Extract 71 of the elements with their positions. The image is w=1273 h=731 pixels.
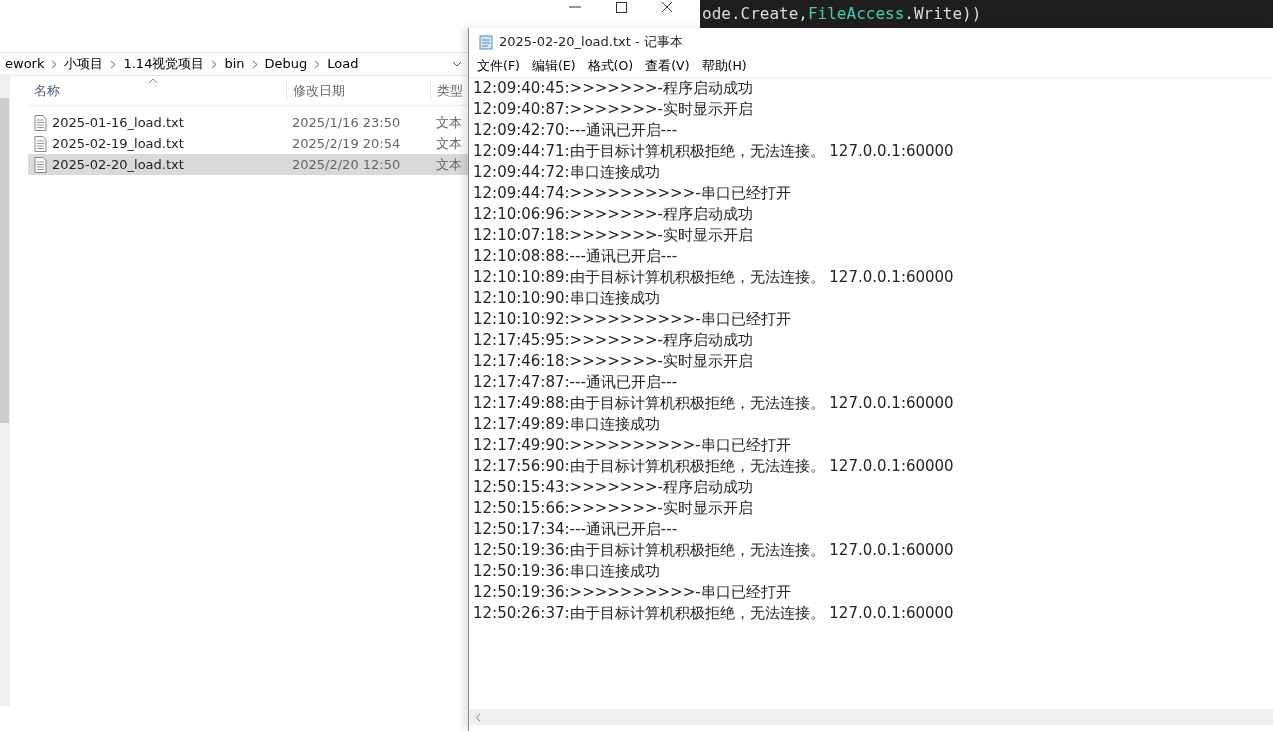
minimize-icon xyxy=(569,6,581,8)
modified-date: 2025/1/16 23:50 xyxy=(291,113,402,132)
file-row[interactable]: 2025-02-20_load.txt 2025/2/20 12:50 文本 xyxy=(28,154,468,175)
file-type: 文本 xyxy=(435,113,462,132)
text-line: 12:50:15:66:>>>>>>>-实时显示开启 xyxy=(473,498,753,519)
column-header[interactable]: 名称 xyxy=(28,80,286,101)
text-line: 12:17:49:88:由于目标计算机积极拒绝，无法连接。 127.0.0.1:60000 xyxy=(473,393,954,414)
document-icon xyxy=(34,135,47,152)
dropdown-icon[interactable] xyxy=(452,60,462,68)
text-line: 12:50:19:36:>>>>>>>>>>-串口已经打开 xyxy=(473,582,791,603)
window-title: 2025-02-20_load.txt - 记事本 xyxy=(499,33,683,52)
chevron-icon xyxy=(51,59,58,69)
chevron-icon xyxy=(314,59,321,69)
text-line: 12:09:40:45:>>>>>>>-程序启动成功 xyxy=(473,78,753,99)
text-line: 12:50:19:36:由于目标计算机积极拒绝，无法连接。 127.0.0.1:60000 xyxy=(473,540,954,561)
text-line: 12:17:47:87:---通讯已开启--- xyxy=(473,372,678,393)
breadcrumb-item[interactable]: 1.14视觉项目 xyxy=(118,54,210,74)
text-line: 12:17:46:18:>>>>>>>-实时显示开启 xyxy=(473,351,753,372)
column-header[interactable]: 修改日期 xyxy=(286,80,430,101)
document-icon xyxy=(34,156,47,173)
chevron-icon xyxy=(110,59,117,69)
modified-date: 2025/2/20 12:50 xyxy=(291,155,402,174)
text-line: 12:50:19:36:串口连接成功 xyxy=(473,561,660,582)
menu-item[interactable]: 编辑(E) xyxy=(525,57,582,76)
chevron-icon xyxy=(211,59,218,69)
chevron-icon xyxy=(251,59,258,69)
breadcrumb-item[interactable]: Debug xyxy=(259,54,313,74)
text-line: 12:10:06:96:>>>>>>>-程序启动成功 xyxy=(473,204,753,225)
file-row[interactable]: 2025-02-19_load.txt 2025/2/19 20:54 文本 xyxy=(28,133,468,154)
menu-item[interactable]: 查看(V) xyxy=(639,57,696,76)
code-line: ode.Create,FileAccess.Write)) xyxy=(702,3,982,25)
text-line: 12:09:44:72:串口连接成功 xyxy=(473,162,660,183)
column-header[interactable]: 类型 xyxy=(430,80,463,101)
menu-item[interactable]: 文件(F) xyxy=(471,57,526,76)
text-line: 12:17:49:90:>>>>>>>>>>-串口已经打开 xyxy=(473,435,791,456)
document-icon xyxy=(34,114,47,131)
scrollbar[interactable] xyxy=(0,76,10,706)
breadcrumb-item[interactable]: bin xyxy=(219,54,250,74)
text-line: 12:09:44:74:>>>>>>>>>>-串口已经打开 xyxy=(473,183,791,204)
file-name: 2025-02-19_load.txt xyxy=(52,134,184,153)
scroll-left-icon xyxy=(475,712,482,722)
text-line: 12:17:49:89:串口连接成功 xyxy=(473,414,660,435)
modified-date: 2025/2/19 20:54 xyxy=(291,134,402,153)
menu-item[interactable]: 帮助(H) xyxy=(695,57,753,76)
text-line: 12:09:42:70:---通讯已开启--- xyxy=(473,120,678,141)
breadcrumb-item[interactable]: Load xyxy=(322,54,364,74)
maximize-icon xyxy=(615,1,627,13)
scrollbar[interactable] xyxy=(469,709,1273,725)
text-line: 12:10:10:89:由于目标计算机积极拒绝，无法连接。 127.0.0.1:60000 xyxy=(473,267,954,288)
file-row[interactable]: 2025-01-16_load.txt 2025/1/16 23:50 文本 xyxy=(28,112,468,133)
text-line: 12:09:44:71:由于目标计算机积极拒绝，无法连接。 127.0.0.1:60000 xyxy=(473,141,954,162)
text-line: 12:17:56:90:由于目标计算机积极拒绝，无法连接。 127.0.0.1:60000 xyxy=(473,456,954,477)
text-line: 12:50:26:37:由于目标计算机积极拒绝，无法连接。 127.0.0.1:60000 xyxy=(473,603,954,624)
file-name: 2025-01-16_load.txt xyxy=(52,113,184,132)
text-line: 12:50:15:43:>>>>>>>-程序启动成功 xyxy=(473,477,753,498)
text-line: 12:17:45:95:>>>>>>>-程序启动成功 xyxy=(473,330,753,351)
menu-item[interactable]: 格式(O) xyxy=(581,57,640,76)
breadcrumb-item[interactable]: ework xyxy=(0,54,50,74)
file-type: 文本 xyxy=(435,155,462,174)
text-line: 12:10:08:88:---通讯已开启--- xyxy=(473,246,678,267)
text-line: 12:10:10:90:串口连接成功 xyxy=(473,288,660,309)
file-name: 2025-02-20_load.txt xyxy=(52,155,184,174)
text-line: 12:09:40:87:>>>>>>>-实时显示开启 xyxy=(473,99,753,120)
sort-icon xyxy=(148,78,158,84)
close-icon xyxy=(661,1,673,13)
breadcrumb-item[interactable]: 小项目 xyxy=(59,54,109,74)
file-type: 文本 xyxy=(435,134,462,153)
notepad-icon xyxy=(479,34,493,50)
text-line: 12:10:07:18:>>>>>>>-实时显示开启 xyxy=(473,225,753,246)
text-line: 12:50:17:34:---通讯已开启--- xyxy=(473,519,678,540)
text-line: 12:10:10:92:>>>>>>>>>>-串口已经打开 xyxy=(473,309,791,330)
